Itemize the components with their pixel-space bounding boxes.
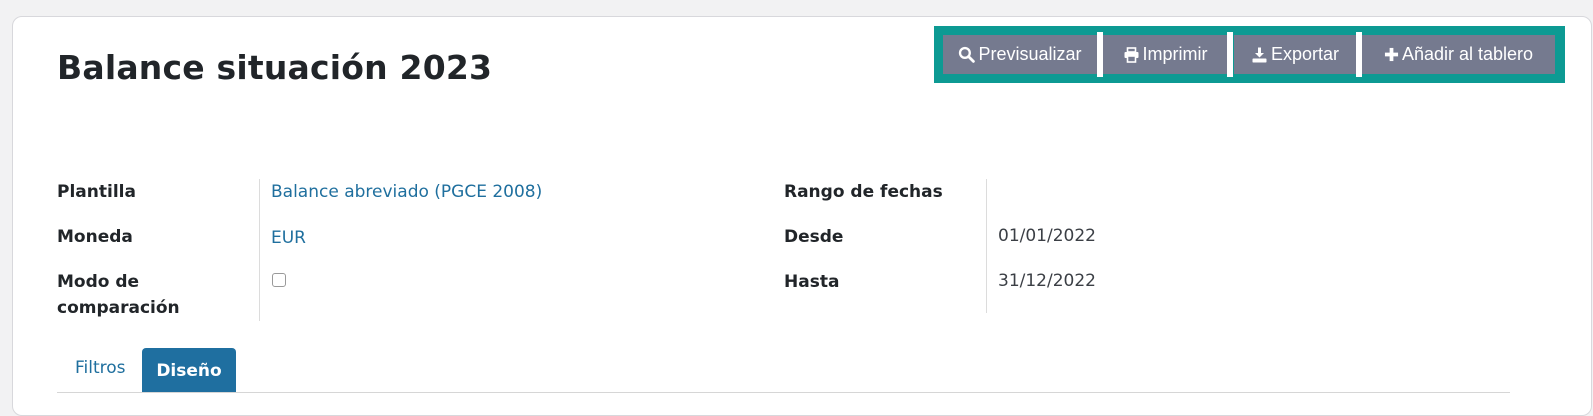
toolbar-separator [1227,32,1233,77]
moneda-label: Moneda [57,227,133,247]
download-icon [1251,47,1268,63]
add-to-dashboard-button-label: Añadir al tablero [1401,44,1534,64]
comparacion-label: Modo de comparación [57,269,180,321]
page-title: Balance situación 2023 [57,48,493,87]
search-icon [958,46,976,63]
report-form-sheet: Balance situación 2023 Previsualizar Imp… [12,16,1592,416]
report-toolbar: Previsualizar Imprimir Exportar Añadir a… [934,26,1565,83]
preview-button[interactable]: Previsualizar [943,35,1097,74]
comparacion-label-line2: comparación [57,298,180,318]
printer-icon [1123,46,1140,63]
hasta-value[interactable]: 31/12/2022 [998,268,1096,294]
moneda-link[interactable]: EUR [271,225,306,251]
comparacion-label-line1: Modo de [57,272,140,292]
rango-fechas-label: Rango de fechas [784,182,943,202]
print-button[interactable]: Imprimir [1103,35,1227,74]
export-button-label: Exportar [1270,44,1340,64]
tab-bar-divider [57,392,1510,393]
comparison-mode-checkbox[interactable] [272,273,286,287]
preview-button-label: Previsualizar [978,44,1082,64]
export-button[interactable]: Exportar [1234,35,1356,74]
field-divider [259,179,260,321]
plus-icon [1384,47,1399,62]
plantilla-label: Plantilla [57,182,136,202]
field-divider [986,179,987,313]
desde-value[interactable]: 01/01/2022 [998,223,1096,249]
print-button-label: Imprimir [1142,44,1208,64]
hasta-label: Hasta [784,272,840,292]
tab-diseno[interactable]: Diseño [142,348,236,393]
plantilla-link[interactable]: Balance abreviado (PGCE 2008) [271,179,542,205]
desde-label: Desde [784,227,844,247]
add-to-dashboard-button[interactable]: Añadir al tablero [1362,35,1555,74]
tab-filtros[interactable]: Filtros [75,358,126,378]
